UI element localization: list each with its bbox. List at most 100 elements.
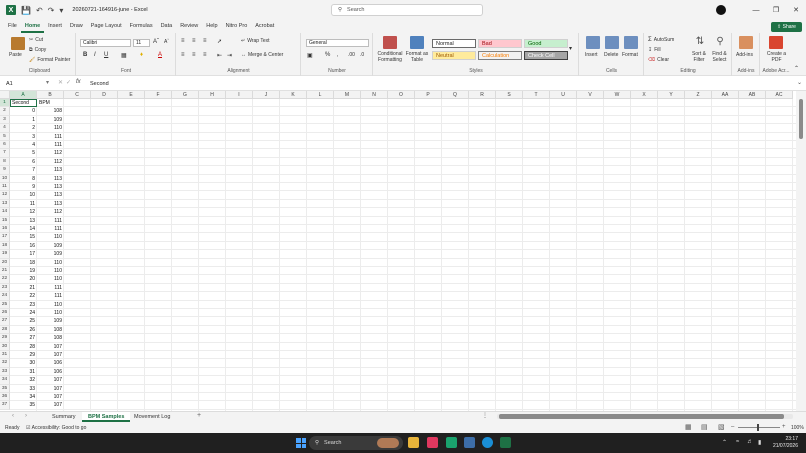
find-select-button[interactable]: Find & Select — [709, 51, 730, 63]
cell[interactable]: 3 — [10, 133, 37, 141]
column-header[interactable]: AB — [739, 91, 766, 99]
cell[interactable]: 27 — [10, 334, 37, 342]
cell[interactable]: 17 — [10, 250, 37, 258]
column-header[interactable]: I — [226, 91, 253, 99]
cell[interactable]: 111 — [37, 292, 64, 300]
column-header[interactable]: AC — [766, 91, 793, 99]
undo-icon[interactable]: ↶ — [36, 6, 43, 15]
column-header[interactable]: K — [280, 91, 307, 99]
row-header[interactable]: 18 — [0, 241, 10, 251]
underline-icon[interactable]: U — [104, 52, 108, 58]
cell[interactable]: 33 — [10, 385, 37, 393]
row-header[interactable]: 9 — [0, 166, 10, 175]
column-header[interactable]: V — [577, 91, 604, 99]
italic-icon[interactable]: I — [94, 52, 96, 58]
align-bottom-icon[interactable]: ≡ — [203, 38, 207, 44]
cell[interactable]: 113 — [37, 183, 64, 191]
cell[interactable]: 21 — [10, 284, 37, 292]
cell[interactable]: 110 — [37, 259, 64, 267]
style-normal[interactable]: Normal — [432, 39, 476, 48]
edge-icon[interactable] — [482, 437, 493, 448]
column-header[interactable]: M — [334, 91, 361, 99]
cell[interactable]: 109 — [37, 242, 64, 250]
cell[interactable]: 110 — [37, 275, 64, 283]
taskbar-new-app-icon[interactable] — [446, 437, 457, 448]
taskbar-app-icon[interactable] — [427, 437, 438, 448]
delete-cells-button[interactable]: Delete — [604, 52, 618, 58]
style-good[interactable]: Good — [524, 39, 568, 48]
normal-view-icon[interactable]: ▦ — [685, 423, 692, 431]
conditional-formatting-button[interactable]: Conditional Formatting — [375, 51, 405, 63]
collapse-ribbon-icon[interactable]: ⌃ — [794, 65, 799, 72]
row-header[interactable]: 34 — [0, 376, 10, 385]
row-header[interactable]: 28 — [0, 325, 10, 335]
horizontal-scrollbar[interactable] — [497, 414, 793, 419]
cell[interactable]: 32 — [10, 376, 37, 384]
cell[interactable]: 35 — [10, 401, 37, 409]
column-header[interactable]: W — [604, 91, 631, 99]
clear-button[interactable]: ⌫ Clear — [648, 57, 669, 63]
windows-start-icon[interactable] — [296, 438, 306, 448]
zoom-in-icon[interactable]: + — [782, 424, 786, 430]
row-header[interactable]: 5 — [0, 132, 10, 141]
cell[interactable]: 110 — [37, 301, 64, 309]
format-cells-icon[interactable] — [624, 36, 638, 49]
cell[interactable]: 23 — [10, 301, 37, 309]
conditional-formatting-icon[interactable] — [383, 36, 397, 49]
prev-sheet-icon[interactable]: ‹ — [12, 413, 14, 419]
row-header[interactable]: 35 — [0, 384, 10, 393]
tab-split-handle-icon[interactable]: ⋮ — [482, 412, 488, 419]
row-header[interactable]: 30 — [0, 342, 10, 351]
cell[interactable]: 6 — [10, 158, 37, 166]
search-box[interactable]: ⚲ Search — [331, 4, 483, 16]
style-check-cell[interactable]: Check Cell — [524, 51, 568, 60]
cell[interactable]: 107 — [37, 351, 64, 359]
close-icon[interactable]: ✕ — [786, 6, 806, 14]
cell[interactable]: 110 — [37, 267, 64, 275]
menu-file[interactable]: File — [4, 20, 21, 33]
zoom-level[interactable]: 100% — [791, 425, 804, 431]
cell[interactable]: 29 — [10, 351, 37, 359]
account-avatar[interactable] — [716, 5, 726, 15]
cell[interactable]: 113 — [37, 191, 64, 199]
row-header[interactable]: 14 — [0, 208, 10, 217]
column-header[interactable]: R — [469, 91, 496, 99]
increase-decimal-icon[interactable]: .00 — [348, 52, 355, 58]
cell[interactable]: 111 — [37, 225, 64, 233]
worksheet-grid[interactable]: A B C D E F G H I J K L M N O P Q R S T U V W X Y Z AA AB AC 1 2 3 4 5 6 7 8… — [0, 91, 796, 411]
row-header[interactable]: 29 — [0, 334, 10, 343]
menu-data[interactable]: Data — [157, 20, 177, 33]
cancel-icon[interactable]: ✕ — [58, 79, 63, 86]
cell[interactable]: 108 — [37, 326, 64, 334]
cell[interactable]: 19 — [10, 267, 37, 275]
wrap-text-button[interactable]: ↵ Wrap Text — [241, 38, 270, 44]
menu-page-layout[interactable]: Page Layout — [87, 20, 126, 33]
cell[interactable]: 11 — [10, 200, 37, 208]
row-header[interactable]: 37 — [0, 401, 10, 410]
row-header[interactable]: 7 — [0, 149, 10, 158]
horizontal-scroll-thumb[interactable] — [499, 414, 784, 419]
row-header[interactable]: 27 — [0, 317, 10, 326]
cell[interactable]: 109 — [37, 116, 64, 124]
cell[interactable]: 111 — [37, 217, 64, 225]
cell[interactable]: 5 — [10, 149, 37, 157]
taskbar-search[interactable]: ⚲ Search — [309, 436, 403, 450]
insert-cells-button[interactable]: Insert — [585, 52, 598, 58]
row-header[interactable]: 33 — [0, 367, 10, 377]
cell[interactable]: 28 — [10, 343, 37, 351]
create-pdf-button[interactable]: Create a PDF — [764, 51, 789, 63]
style-neutral[interactable]: Neutral — [432, 51, 476, 60]
row-header[interactable]: 19 — [0, 250, 10, 259]
redo-icon[interactable]: ↷ — [48, 6, 55, 15]
taskbar-clock[interactable]: 23:17 21/07/2026 — [773, 436, 798, 450]
column-header[interactable]: F — [145, 91, 172, 99]
cell[interactable]: 24 — [10, 309, 37, 317]
column-header[interactable]: C — [64, 91, 91, 99]
row-header[interactable]: 15 — [0, 216, 10, 225]
cell[interactable]: 106 — [37, 359, 64, 367]
column-header[interactable]: X — [631, 91, 658, 99]
cell[interactable]: 4 — [10, 141, 37, 149]
cell[interactable]: 111 — [37, 284, 64, 292]
format-cells-button[interactable]: Format — [622, 52, 638, 58]
decrease-indent-icon[interactable]: ⇤ — [217, 52, 222, 59]
